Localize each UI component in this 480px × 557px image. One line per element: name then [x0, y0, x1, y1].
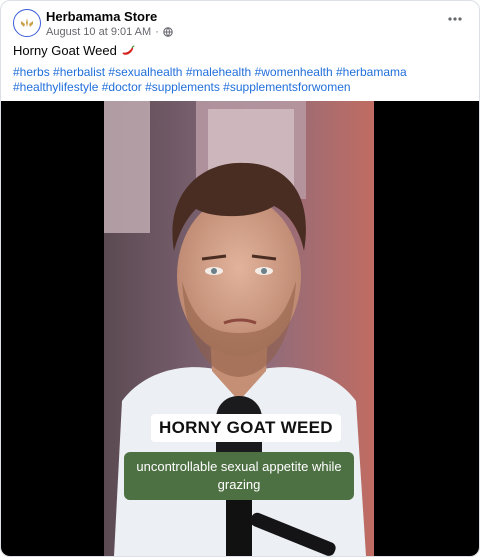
hashtag-link[interactable]: #healthylifestyle — [13, 80, 98, 94]
meta-separator: · — [155, 26, 159, 38]
facebook-post-card: Herbamama Store August 10 at 9:01 AM · H… — [0, 0, 480, 557]
post-meta: August 10 at 9:01 AM · — [46, 26, 173, 38]
caption-subtitle: uncontrollable sexual appetite while gra… — [124, 452, 354, 500]
video-frame: HORNY GOAT WEED uncontrollable sexual ap… — [104, 101, 374, 556]
more-options-button[interactable] — [445, 11, 465, 27]
post-timestamp[interactable]: August 10 at 9:01 AM — [46, 26, 151, 38]
post-text-label: Horny Goat Weed — [13, 43, 117, 58]
hashtag-list: #herbs #herbalist #sexualhealth #malehea… — [13, 65, 473, 95]
page-name-link[interactable]: Herbamama Store — [46, 9, 157, 24]
globe-icon — [163, 27, 173, 37]
herbamama-logo-icon — [21, 18, 33, 27]
post-text: Horny Goat Weed — [13, 43, 135, 58]
hashtag-link[interactable]: #doctor — [102, 80, 142, 94]
hashtag-link[interactable]: #sexualhealth — [108, 65, 182, 79]
hashtag-link[interactable]: #supplements — [145, 80, 220, 94]
page-avatar[interactable] — [13, 9, 41, 37]
caption-title: HORNY GOAT WEED — [151, 414, 341, 442]
hashtag-link[interactable]: #supplementsforwomen — [223, 80, 350, 94]
hashtag-link[interactable]: #malehealth — [186, 65, 251, 79]
hashtag-link[interactable]: #herbs — [13, 65, 50, 79]
chili-pepper-icon — [122, 45, 135, 55]
hashtag-link[interactable]: #herbamama — [336, 65, 407, 79]
video-player[interactable]: HORNY GOAT WEED uncontrollable sexual ap… — [1, 101, 479, 556]
hashtag-link[interactable]: #womenhealth — [255, 65, 333, 79]
hashtag-link[interactable]: #herbalist — [53, 65, 105, 79]
more-horizontal-icon — [448, 17, 462, 21]
post-header: Herbamama Store August 10 at 9:01 AM · H… — [1, 1, 479, 101]
